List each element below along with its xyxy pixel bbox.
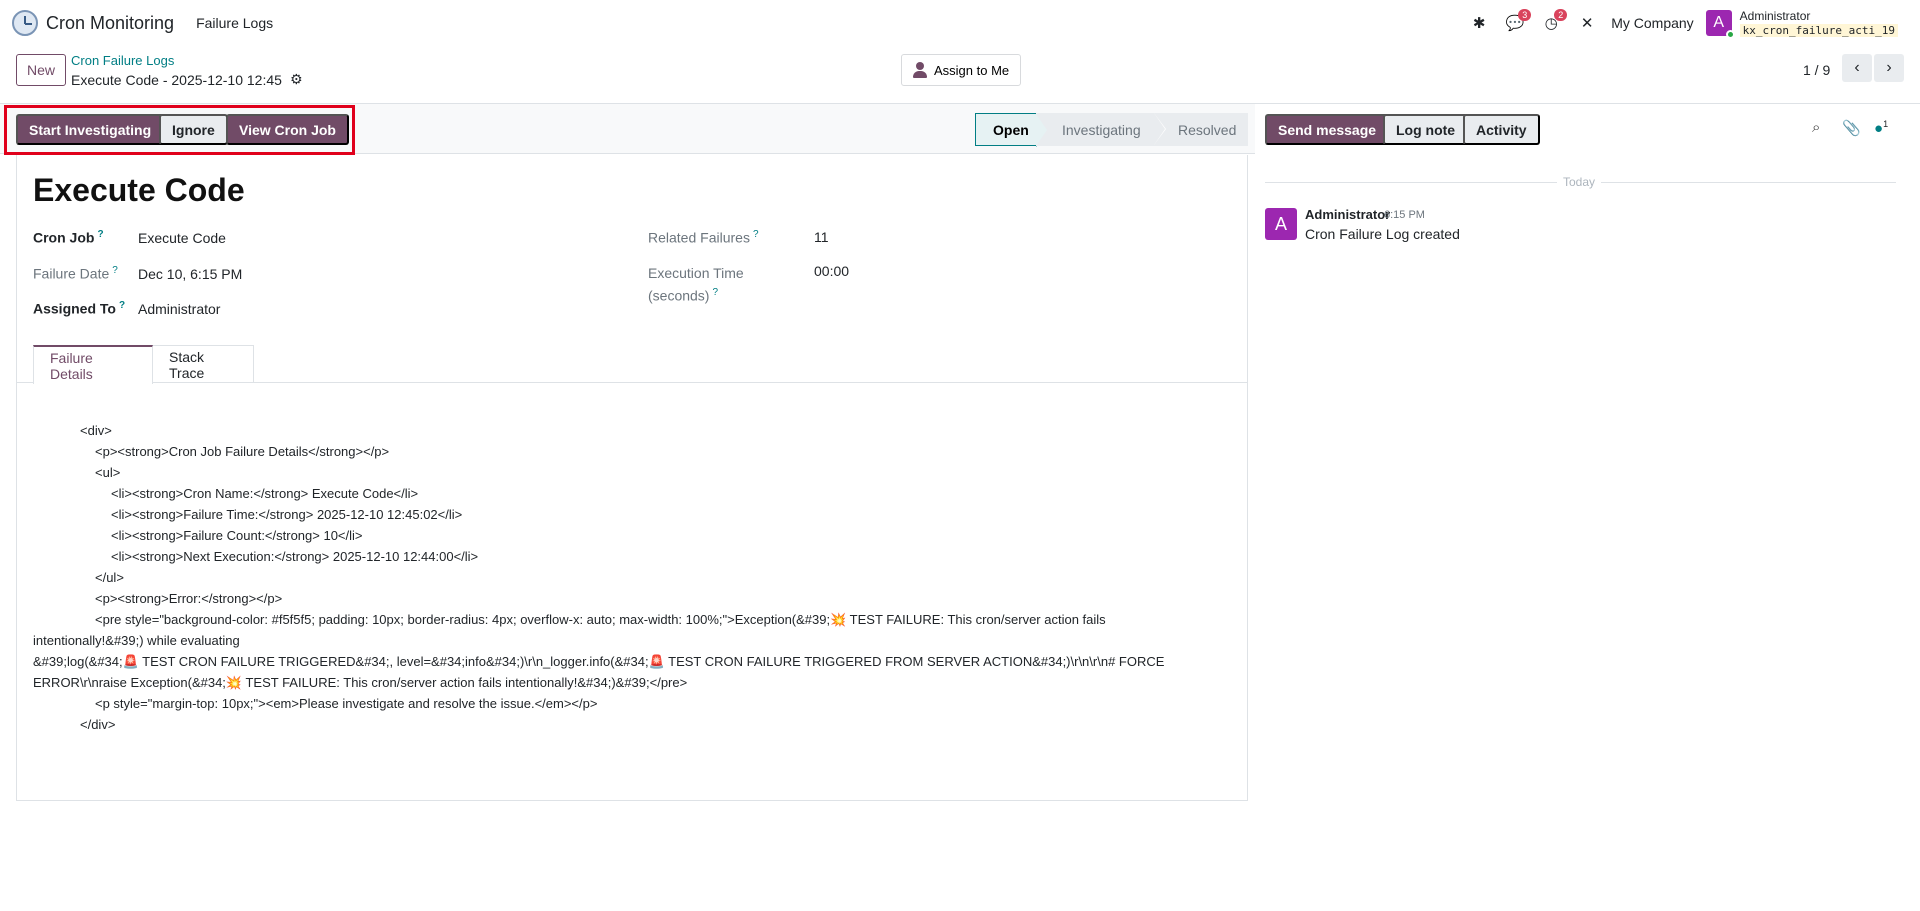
assigned-to-label: Assigned To?: [33, 300, 125, 317]
tab-failure-details[interactable]: Failure Details: [33, 345, 153, 384]
pager-next-icon[interactable]: ›: [1874, 54, 1904, 82]
record-title[interactable]: Execute Code: [33, 172, 245, 209]
details-line: <p><strong>Error:</strong></p>: [95, 591, 283, 606]
tab-stack-trace[interactable]: Stack Trace: [152, 345, 254, 383]
failure-date-label-text: Failure Date: [33, 265, 110, 282]
stage-resolved[interactable]: Resolved: [1154, 113, 1248, 146]
user-menu[interactable]: Administrator kx_cron_failure_acti_19: [1739, 8, 1898, 37]
cron-monitoring-logo-icon[interactable]: [12, 10, 38, 36]
execution-time-label: Execution Time (seconds)?: [648, 263, 744, 306]
details-line: <p><strong>Cron Job Failure Details</str…: [95, 444, 390, 459]
assign-label: Assign to Me: [934, 62, 1010, 78]
details-line: <li><strong>Failure Time:</strong> 2025-…: [111, 507, 463, 522]
help-icon[interactable]: ?: [753, 229, 759, 240]
breadcrumb-current: Execute Code - 2025-12-10 12:45 ⚙: [71, 71, 303, 88]
tab-divider: [17, 382, 1248, 383]
execution-time-label-line1: Execution Time: [648, 265, 744, 281]
message-time: 6:15 PM: [1384, 209, 1425, 221]
followers-count: 1: [1883, 119, 1889, 129]
user-avatar[interactable]: A: [1705, 10, 1735, 39]
related-failures-label-text: Related Failures: [648, 229, 750, 246]
navbar-systray: ✱ 💬 3 ◷ 2 ✕ My Company A Administrator kx_…: [1461, 8, 1908, 39]
cron-job-value[interactable]: Execute Code: [138, 230, 226, 246]
activity-button[interactable]: Activity: [1463, 114, 1540, 145]
highlight-annotation: [4, 105, 355, 155]
control-panel: New Cron Failure Logs Execute Code - 202…: [0, 46, 1920, 104]
details-line: </ul>: [95, 570, 124, 585]
details-line: <li><strong>Next Execution:</strong> 202…: [111, 549, 479, 564]
cron-job-label-text: Cron Job: [33, 229, 95, 246]
top-navbar: Cron Monitoring Failure Logs ✱ 💬 3 ◷ 2 ✕ M…: [0, 0, 1920, 46]
help-icon[interactable]: ?: [712, 287, 718, 298]
details-line: <pre style="background-color: #f5f5f5; p…: [95, 612, 1106, 627]
failure-date-label: Failure Date?: [33, 265, 118, 282]
details-line: intentionally!&#39;) while evaluating: [33, 633, 240, 648]
person-icon: [913, 62, 927, 78]
stage-open[interactable]: Open: [975, 113, 1048, 147]
details-line: &#39;log(&#34;🚨 TEST CRON FAILURE TRIGGE…: [33, 654, 1165, 669]
details-line: <div>: [80, 423, 112, 438]
chat-icon[interactable]: 💬 3: [1497, 8, 1533, 38]
clock-icon[interactable]: ◷ 2: [1533, 8, 1569, 38]
gear-icon[interactable]: ⚙: [290, 71, 303, 88]
breadcrumb-parent[interactable]: Cron Failure Logs: [71, 53, 174, 68]
details-line: <li><strong>Failure Count:</strong> 10</…: [111, 528, 363, 543]
related-failures-value: 11: [814, 229, 829, 245]
help-icon[interactable]: ?: [112, 265, 118, 276]
activities-badge: 2: [1554, 9, 1568, 21]
database-name: kx_cron_failure_acti_19: [1739, 23, 1898, 37]
assigned-to-value[interactable]: Administrator: [138, 301, 220, 317]
bug-icon[interactable]: ✱: [1461, 8, 1497, 38]
assign-to-me-button[interactable]: Assign to Me: [901, 54, 1022, 86]
app-name[interactable]: Cron Monitoring: [46, 13, 174, 34]
messages-badge: 3: [1518, 9, 1532, 21]
pager-value[interactable]: 1 / 9: [1803, 62, 1830, 78]
execution-time-value: 00:00: [814, 263, 850, 279]
company-switcher[interactable]: My Company: [1611, 15, 1693, 31]
message-author-avatar[interactable]: A: [1265, 208, 1297, 240]
today-label: Today: [1557, 175, 1602, 189]
details-line: </div>: [80, 717, 116, 732]
cron-job-label: Cron Job?: [33, 229, 104, 246]
stage-investigating[interactable]: Investigating: [1036, 113, 1166, 146]
user-name: Administrator: [1739, 8, 1811, 23]
online-status-icon: [1725, 30, 1735, 39]
stage-pipeline: Open Investigating Resolved: [975, 113, 1248, 147]
failure-date-value: Dec 10, 6:15 PM: [138, 266, 243, 282]
related-failures-label: Related Failures?: [648, 229, 759, 246]
assigned-to-label-text: Assigned To: [33, 300, 116, 317]
message-body: Cron Failure Log created: [1305, 226, 1460, 242]
new-button[interactable]: New: [16, 54, 67, 86]
send-message-button[interactable]: Send message: [1265, 114, 1390, 145]
details-line: ERROR\r\nraise Exception(&#34;💥 TEST FAI…: [33, 675, 688, 690]
message-author[interactable]: Administrator: [1305, 207, 1390, 222]
details-line: <p style="margin-top: 10px;"><em>Please …: [95, 696, 598, 711]
details-line: <li><strong>Cron Name:</strong> Execute …: [111, 486, 419, 501]
pager-prev-icon[interactable]: ‹: [1842, 54, 1872, 82]
execution-time-label-line2: (seconds): [648, 287, 710, 304]
followers-icon[interactable]: ●1: [1874, 119, 1888, 137]
log-note-button[interactable]: Log note: [1383, 114, 1469, 145]
help-icon[interactable]: ?: [119, 300, 125, 311]
menu-failure-logs[interactable]: Failure Logs: [196, 15, 273, 31]
user-avatar-initial: A: [1713, 14, 1724, 31]
details-line: <ul>: [95, 465, 121, 480]
paperclip-icon[interactable]: 📎: [1842, 119, 1861, 137]
search-icon[interactable]: ⌕: [1812, 119, 1820, 136]
tools-icon[interactable]: ✕: [1569, 8, 1605, 38]
record-name: Execute Code - 2025-12-10 12:45: [71, 71, 282, 88]
help-icon[interactable]: ?: [97, 229, 103, 240]
